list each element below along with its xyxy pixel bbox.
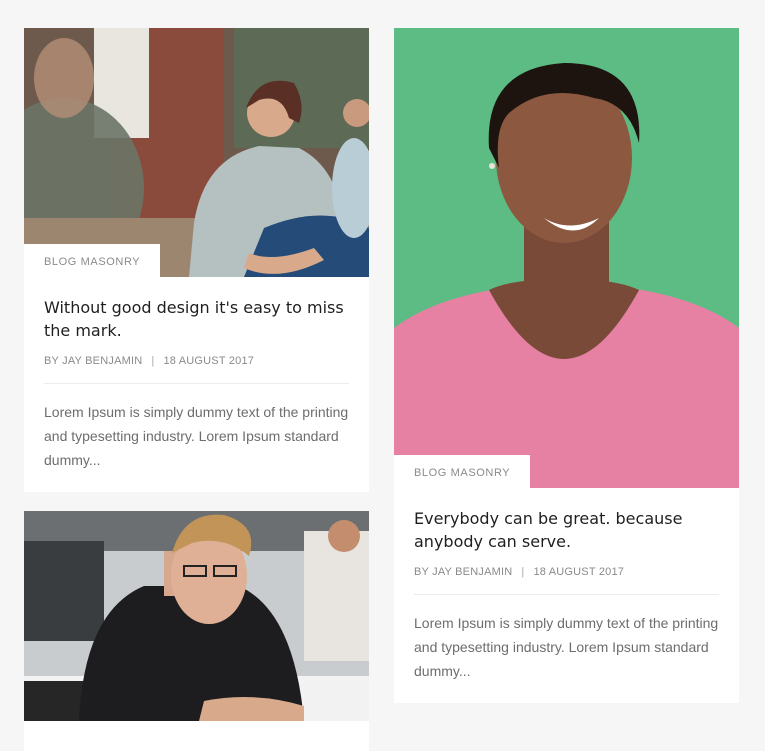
- divider: [414, 594, 719, 595]
- post-thumbnail[interactable]: [24, 28, 369, 277]
- post-author[interactable]: BY JAY BENJAMIN: [414, 566, 512, 578]
- blog-card[interactable]: BLOG MASONRY Without good design it's ea…: [24, 28, 369, 492]
- post-thumbnail[interactable]: [394, 28, 739, 488]
- meta-separator: |: [151, 355, 155, 367]
- post-author[interactable]: BY JAY BENJAMIN: [44, 355, 142, 367]
- post-title[interactable]: Everybody can be great. because anybody …: [414, 507, 719, 553]
- post-date: 18 AUGUST 2017: [163, 355, 255, 367]
- post-meta: BY JAY BENJAMIN | 18 AUGUST 2017: [44, 355, 349, 367]
- meta-separator: |: [521, 566, 525, 578]
- category-tag[interactable]: BLOG MASONRY: [394, 455, 531, 488]
- divider: [44, 383, 349, 384]
- post-title[interactable]: Without good design it's easy to miss th…: [44, 296, 349, 342]
- post-thumbnail[interactable]: [24, 511, 369, 721]
- post-excerpt: Lorem Ipsum is simply dummy text of the …: [414, 615, 719, 679]
- post-meta: BY JAY BENJAMIN | 18 AUGUST 2017: [414, 566, 719, 578]
- post-date: 18 AUGUST 2017: [533, 566, 625, 578]
- blog-card[interactable]: BLOG MASONRY Everybody can be great. bec…: [394, 28, 739, 703]
- blog-card[interactable]: [24, 511, 369, 751]
- category-tag[interactable]: BLOG MASONRY: [24, 244, 161, 277]
- post-excerpt: Lorem Ipsum is simply dummy text of the …: [44, 404, 349, 468]
